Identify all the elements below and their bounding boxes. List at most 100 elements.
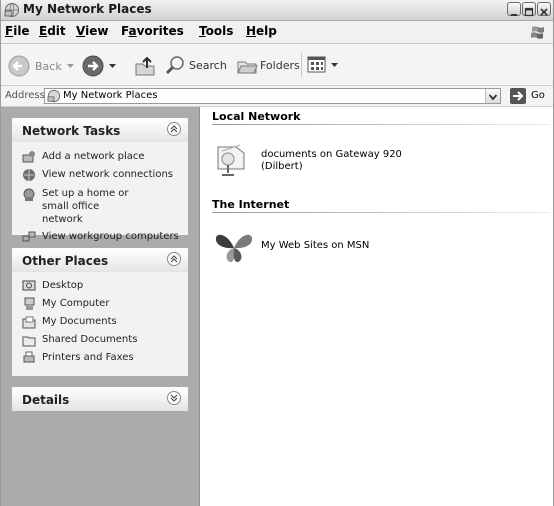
folder-content: Local Network documents on Gateway 920 (… (200, 107, 553, 506)
network-connections-icon (23, 169, 35, 181)
add-network-place-icon (22, 151, 35, 163)
place-label: My Documents (42, 316, 117, 327)
other-places-header[interactable]: Other Places (12, 248, 188, 272)
place-label: Shared Documents (42, 334, 138, 345)
group-divider (212, 212, 550, 213)
task-view-workgroup-computers[interactable]: View workgroup computers (12, 229, 188, 245)
search-icon (165, 56, 184, 75)
window-controls (507, 2, 551, 17)
maximize-button[interactable] (522, 2, 536, 17)
details-header[interactable]: Details (12, 387, 188, 411)
menu-help[interactable]: Help (246, 24, 277, 38)
menu-view-mnemonic: V (76, 24, 86, 38)
msn-web-sites-label: My Web Sites on MSN (261, 240, 370, 251)
folders-icon (237, 61, 258, 74)
task-pane: Network Tasks Add a network place View n… (1, 107, 200, 506)
menu-favorites[interactable]: Favorites (121, 24, 184, 38)
task-label: View workgroup computers (42, 231, 179, 242)
collapse-button[interactable] (167, 252, 181, 266)
maximize-icon (524, 7, 534, 17)
chevron-down-icon (488, 94, 498, 101)
other-places-title: Other Places (22, 254, 109, 268)
menu-help-mnemonic: H (246, 24, 257, 38)
place-shared-documents[interactable]: Shared Documents (12, 332, 188, 348)
menu-bar: File Edit View Favorites Tools Help (1, 21, 553, 44)
network-places-icon (47, 89, 61, 103)
menu-help-label: elp (256, 24, 277, 38)
group-header-local-network: Local Network (212, 110, 301, 123)
title-bar[interactable]: My Network Places (1, 0, 553, 21)
views-dropdown-icon (331, 63, 338, 67)
chevron-up-icon (170, 255, 178, 263)
folders-button[interactable]: Folders (234, 51, 300, 79)
printers-faxes-icon (23, 351, 35, 363)
up-folder-icon (135, 56, 155, 76)
task-label: Set up a home or small office network (42, 188, 129, 225)
menu-view-label: iew (85, 24, 109, 38)
address-value: My Network Places (63, 90, 158, 101)
place-my-computer[interactable]: My Computer (12, 296, 188, 312)
network-tasks-panel: Network Tasks Add a network place View n… (12, 118, 188, 242)
toolbar-separator (301, 53, 302, 77)
task-label: Add a network place (42, 151, 145, 162)
place-label: My Computer (42, 298, 110, 309)
menu-view[interactable]: View (76, 24, 108, 38)
place-desktop[interactable]: Desktop (12, 278, 188, 294)
views-button[interactable] (305, 51, 341, 79)
place-label: Printers and Faxes (42, 352, 134, 363)
address-bar: Address My Network Places Go (1, 86, 553, 107)
address-label: Address (5, 90, 45, 101)
forward-arrow-icon (82, 55, 104, 77)
details-title: Details (22, 393, 70, 407)
task-setup-home-network[interactable]: Set up a home or small office network (12, 185, 188, 226)
menu-tools-label: ools (205, 24, 234, 38)
close-button[interactable] (537, 2, 551, 16)
back-button[interactable]: Back (5, 50, 75, 80)
network-tasks-title: Network Tasks (22, 124, 121, 138)
place-label: Desktop (42, 280, 84, 291)
search-button[interactable]: Search (162, 51, 232, 79)
menu-favorites-pre: F (121, 24, 129, 38)
chevron-down-icon (170, 394, 178, 402)
window-title: My Network Places (23, 2, 152, 16)
menu-file-label: ile (13, 24, 30, 38)
my-documents-icon (22, 316, 36, 329)
chevron-up-icon (170, 125, 178, 133)
up-folder-button[interactable] (132, 51, 158, 79)
menu-favorites-mnemonic: a (128, 24, 137, 38)
go-arrow-icon (513, 91, 524, 101)
workgroup-computers-icon (22, 231, 36, 242)
task-view-network-connections[interactable]: View network connections (12, 167, 188, 183)
address-field[interactable]: My Network Places (44, 88, 501, 104)
menu-file-mnemonic: F (5, 24, 14, 38)
network-tasks-header[interactable]: Network Tasks (12, 118, 188, 142)
group-divider (212, 124, 550, 125)
menu-file[interactable]: File (5, 24, 30, 38)
place-printers-faxes[interactable]: Printers and Faxes (12, 350, 188, 366)
go-button[interactable] (510, 88, 526, 104)
network-share-host: (Dilbert) (261, 161, 303, 172)
menu-tools[interactable]: Tools (199, 24, 233, 38)
network-share-name: documents on Gateway 920 (261, 149, 402, 160)
expand-button[interactable] (167, 391, 181, 405)
minimize-icon (511, 14, 517, 16)
collapse-button[interactable] (167, 122, 181, 136)
minimize-button[interactable] (507, 2, 521, 16)
details-panel: Details (12, 387, 188, 411)
go-label[interactable]: Go (531, 90, 545, 101)
item-network-share[interactable]: documents on Gateway 920 (Dilbert) (214, 137, 414, 185)
views-icon (307, 56, 326, 73)
menu-favorites-label: vorites (136, 24, 184, 38)
task-add-network-place[interactable]: Add a network place (12, 149, 188, 165)
forward-button[interactable] (79, 50, 127, 80)
home-network-setup-icon (23, 188, 35, 201)
place-my-documents[interactable]: My Documents (12, 314, 188, 330)
menu-edit-mnemonic: E (39, 24, 48, 38)
forward-dropdown-icon (109, 64, 116, 68)
folders-label: Folders (260, 59, 300, 72)
address-dropdown-button[interactable] (485, 89, 500, 103)
network-share-icon (217, 144, 245, 176)
back-arrow-icon (8, 55, 30, 77)
menu-edit[interactable]: Edit (39, 24, 66, 38)
item-msn-web-sites[interactable]: My Web Sites on MSN (214, 226, 414, 270)
